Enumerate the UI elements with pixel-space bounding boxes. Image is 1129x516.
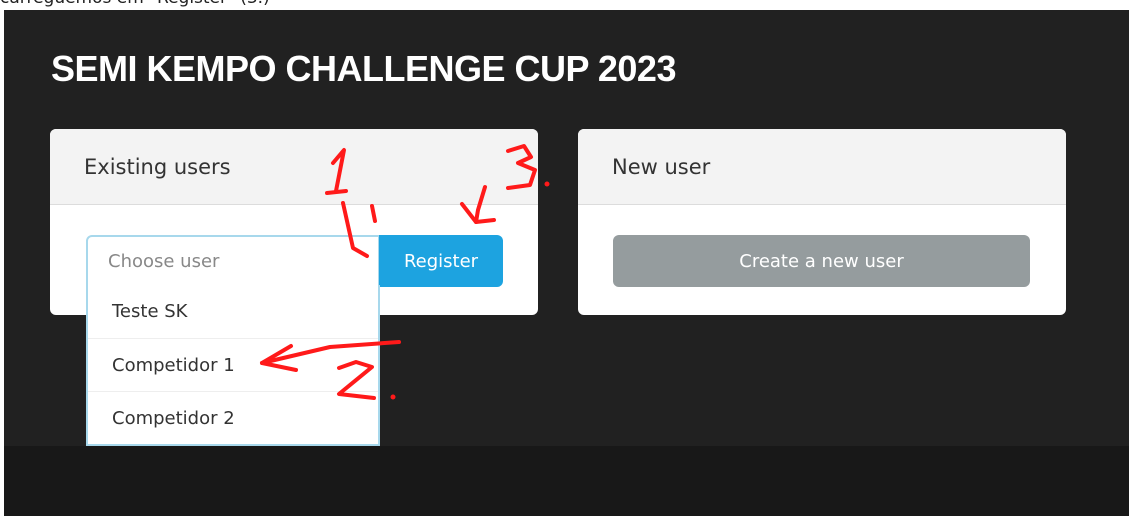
new-user-header: New user [578, 129, 1066, 205]
page-title: SEMI KEMPO CHALLENGE CUP 2023 [51, 48, 676, 89]
register-button[interactable]: Register [379, 235, 503, 287]
app-window: SEMI KEMPO CHALLENGE CUP 2023 Existing u… [4, 10, 1129, 516]
dropdown-option[interactable]: Competidor 1 [88, 338, 378, 391]
existing-users-header: Existing users [50, 129, 538, 205]
existing-users-card: Existing users Choose user Register Test… [50, 129, 538, 446]
dropdown-option[interactable]: Competidor 2 [88, 391, 378, 444]
user-select[interactable]: Choose user [86, 235, 380, 287]
dropdown-option[interactable]: Teste SK [88, 285, 378, 338]
user-dropdown-list: Teste SK Competidor 1 Competidor 2 [86, 285, 380, 446]
create-new-user-button[interactable]: Create a new user [613, 235, 1030, 287]
screenshot-caption: carreguemos em "Register" (3.) [0, 0, 270, 8]
new-user-card: New user Create a new user [578, 129, 1066, 315]
app-footer [4, 446, 1129, 516]
